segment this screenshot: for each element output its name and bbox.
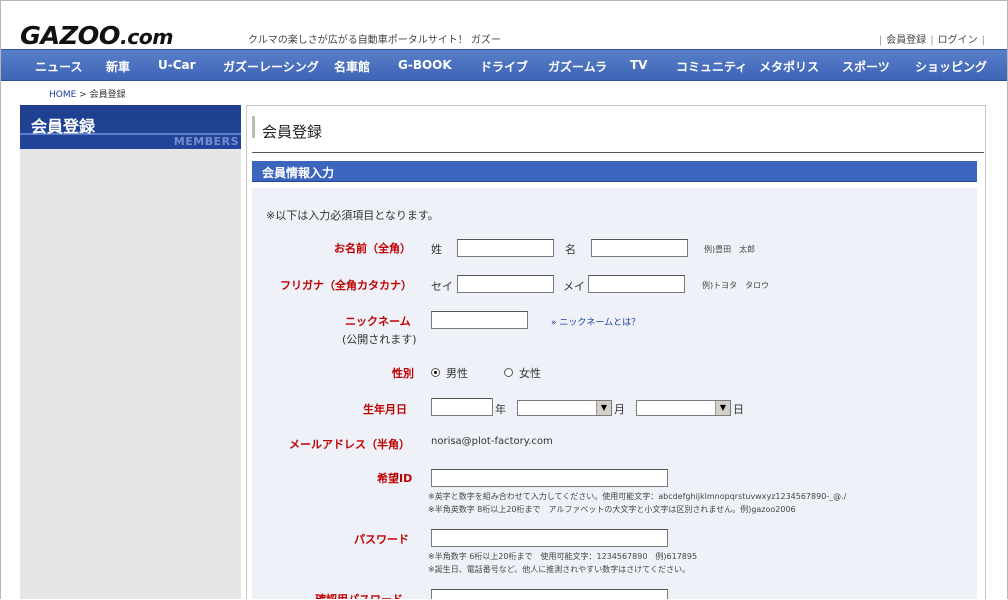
password-confirm-label: 確認用パスワード xyxy=(315,591,403,599)
nav-item-drive[interactable]: ドライブ xyxy=(480,58,528,75)
sidebar-header: 会員登録 MEMBERS xyxy=(20,105,241,149)
logo-text: GAZOO xyxy=(20,21,120,50)
breadcrumb-home[interactable]: HOME xyxy=(49,90,76,100)
sidebar-body xyxy=(20,149,241,599)
nav-item-gazoomura[interactable]: ガズームラ xyxy=(548,58,607,75)
last-name-input[interactable] xyxy=(457,239,554,257)
first-name-input[interactable] xyxy=(591,239,688,257)
first-kana-label: メイ xyxy=(563,280,585,293)
nav-item-meishakan[interactable]: 名車館 xyxy=(334,58,370,75)
kana-label: フリガナ（全角カタカナ） xyxy=(280,279,412,292)
nav-item-new-car[interactable]: 新車 xyxy=(106,58,130,75)
site-tagline: クルマの楽しさが広がる自動車ポータルサイト！ ガズー xyxy=(248,35,501,46)
breadcrumb-current: 会員登録 xyxy=(89,90,126,100)
login-link[interactable]: ログイン xyxy=(938,35,978,46)
nav-item-tv[interactable]: TV xyxy=(630,58,647,72)
user-id-hint-1: ※英字と数字を組み合わせて入力してください。使用可能文字：abcdefghijk… xyxy=(428,492,847,501)
first-name-label: 名 xyxy=(565,243,576,256)
nickname-sublabel: (公開されます) xyxy=(342,333,417,346)
birth-month-unit: 月 xyxy=(614,403,625,416)
nav-item-ucar[interactable]: U-Car xyxy=(158,58,196,72)
global-nav: ニュース 新車 U-Car ガズーレーシング 名車館 G-BOOK ドライブ ガ… xyxy=(1,49,1007,81)
gender-female-label: 女性 xyxy=(519,367,541,380)
gender-label: 性別 xyxy=(392,367,414,380)
gender-female-radio[interactable] xyxy=(504,368,513,377)
section-header: 会員情報入力 xyxy=(252,161,977,182)
section-title: 会員情報入力 xyxy=(262,166,335,180)
birth-day-unit: 日 xyxy=(733,403,744,416)
nav-item-community[interactable]: コミュニティ xyxy=(676,58,747,75)
nav-item-sports[interactable]: スポーツ xyxy=(842,58,890,75)
last-kana-label: セイ xyxy=(431,280,453,293)
password-hint-1: ※半角数字 6桁以上20桁まで 使用可能文字：1234567890 例)6178… xyxy=(428,552,698,561)
breadcrumb-separator: > xyxy=(76,90,90,100)
gender-male-label: 男性 xyxy=(446,367,468,380)
browser-page: GAZOO.com クルマの楽しさが広がる自動車ポータルサイト！ ガズー | 会員… xyxy=(0,0,1008,599)
nav-item-news[interactable]: ニュース xyxy=(35,58,82,75)
password-label: パスワード xyxy=(354,533,409,546)
name-label: お名前（全角） xyxy=(334,242,411,255)
page-title: 会員登録 xyxy=(262,123,323,141)
birth-day-select[interactable]: ▼ xyxy=(636,400,731,416)
title-accent-bar xyxy=(252,116,255,138)
name-example: 例)豊田 太郎 xyxy=(704,245,756,254)
logo-suffix: .com xyxy=(119,25,174,49)
user-id-hint-2: ※半角英数字 8桁以上20桁まで アルファベットの大文字と小文字は区別されません… xyxy=(428,505,796,514)
nickname-input[interactable] xyxy=(431,311,528,329)
first-kana-input[interactable] xyxy=(588,275,685,293)
password-confirm-input[interactable] xyxy=(431,589,668,599)
password-input[interactable] xyxy=(431,529,668,547)
last-name-label: 姓 xyxy=(431,243,442,256)
site-logo[interactable]: GAZOO.com xyxy=(20,21,174,50)
chevron-down-icon: ▼ xyxy=(596,401,611,415)
main-content: 会員登録 会員情報入力 xyxy=(246,105,986,599)
user-id-input[interactable] xyxy=(431,469,668,487)
sidebar-title: 会員登録 xyxy=(31,117,96,136)
last-kana-input[interactable] xyxy=(457,275,554,293)
gender-male-radio[interactable] xyxy=(431,368,440,377)
nickname-label: ニックネーム xyxy=(345,315,411,328)
sidebar-subtitle: MEMBERS xyxy=(173,135,239,148)
nav-item-gazoo-racing[interactable]: ガズーレーシング xyxy=(223,58,319,75)
nav-item-metapolis[interactable]: メタポリス xyxy=(759,58,819,75)
nav-item-shopping[interactable]: ショッピング xyxy=(915,58,987,75)
title-divider xyxy=(252,152,984,153)
email-value: norisa@plot-factory.com xyxy=(431,436,553,447)
email-label: メールアドレス（半角） xyxy=(289,438,410,451)
user-id-label: 希望ID xyxy=(377,472,413,485)
birth-year-input[interactable] xyxy=(431,398,493,416)
register-link[interactable]: 会員登録 xyxy=(886,35,926,46)
birth-year-unit: 年 xyxy=(495,403,506,416)
chevron-down-icon: ▼ xyxy=(715,401,730,415)
birthdate-label: 生年月日 xyxy=(363,403,407,416)
breadcrumb: HOME > 会員登録 xyxy=(49,87,126,100)
password-hint-2: ※誕生日、電話番号など、他人に推測されやすい数字はさけてください。 xyxy=(428,565,691,574)
nickname-help-link[interactable]: » ニックネームとは？ xyxy=(551,315,640,328)
kana-example: 例)トヨタ タロウ xyxy=(702,281,770,290)
birth-month-select[interactable]: ▼ xyxy=(517,400,612,416)
nav-item-gbook[interactable]: G-BOOK xyxy=(398,58,452,72)
required-note: ※以下は入力必須項目となります。 xyxy=(266,209,439,222)
utility-links: | 会員登録 | ログイン | xyxy=(878,35,985,46)
